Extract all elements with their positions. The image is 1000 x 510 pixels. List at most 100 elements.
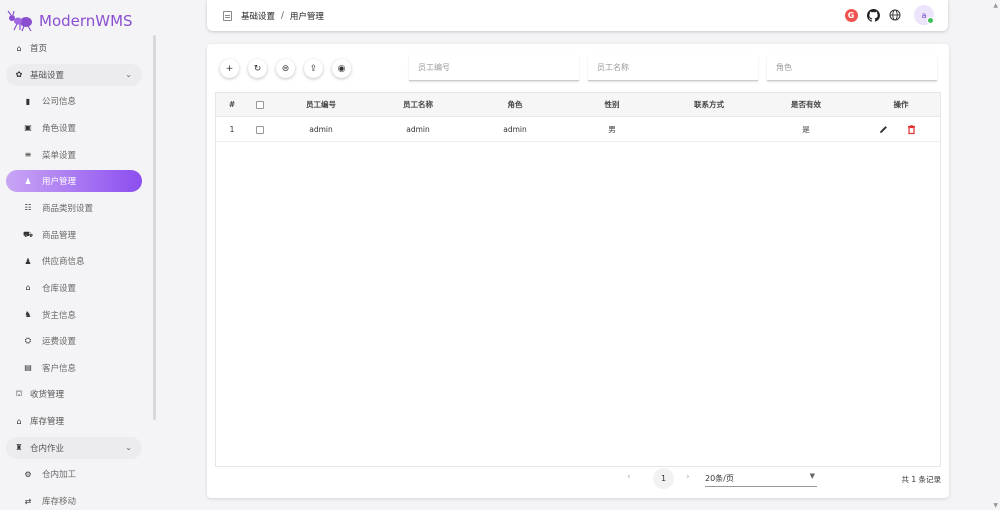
globe-icon[interactable] [888, 8, 902, 22]
sidebar-item-label: 客户信息 [42, 363, 77, 374]
col-contact[interactable]: 联系方式 [669, 93, 749, 117]
cell-is-valid: 是 [802, 125, 810, 134]
sidebar-item-label: 首页 [30, 44, 48, 54]
sidebar-item-label: 仓库设置 [42, 283, 77, 294]
breadcrumb-separator: / [281, 10, 284, 21]
sidebar-item-stock[interactable]: ⌂ 库存管理 [6, 410, 142, 432]
next-page-icon[interactable]: › [686, 472, 690, 482]
list-icon: ☷ [24, 203, 32, 213]
table-header: # 员工编号 员工名称 角色 性别 联系方式 是否有效 操作 [216, 93, 940, 117]
chevron-down-icon: ⌄ [125, 70, 132, 80]
import-button[interactable]: ⊜ [276, 59, 295, 78]
edit-icon[interactable] [878, 124, 889, 135]
app-logo[interactable]: ModernWMS [7, 9, 133, 33]
user-num-search [409, 55, 579, 81]
freight-icon: ⛭ [24, 336, 32, 346]
sidebar-item-supplier[interactable]: ♟ 供应商信息 [6, 250, 142, 272]
sidebar-item-label: 供应商信息 [42, 257, 85, 268]
sidebar-item-gear[interactable]: ✿ 基础设置 ⌄ [6, 63, 142, 86]
export-button[interactable]: ⇪ [304, 59, 323, 78]
sidebar-item-freight[interactable]: ⛭ 运费设置 [6, 330, 142, 352]
sidebar-item-receive[interactable]: ⛫ 收货管理 [6, 383, 142, 405]
owner-icon: ♞ [24, 310, 32, 319]
google-icon[interactable]: G [844, 8, 858, 22]
col-user-name[interactable]: 员工名称 [378, 93, 458, 117]
refresh-button[interactable]: ↻ [248, 59, 267, 78]
receive-icon: ⛫ [15, 389, 23, 399]
sidebar-item-list[interactable]: ☷ 商品类别设置 [6, 197, 142, 219]
page-size-select[interactable]: 20条/页 ▼ [705, 472, 817, 487]
process-icon: ⚙ [24, 469, 32, 479]
col-user-num[interactable]: 员工编号 [281, 93, 361, 117]
top-bar: 基础设置 / 用户管理 G a [207, 0, 948, 31]
col-actions: 操作 [893, 100, 909, 109]
user-name-search [588, 55, 758, 81]
sidebar-item-label: 角色设置 [42, 123, 77, 134]
col-is-valid[interactable]: 是否有效 [766, 93, 846, 117]
page-number-current[interactable]: 1 [653, 468, 674, 489]
sidebar-item-label: 用户管理 [42, 177, 77, 188]
user-icon: ♟ [24, 176, 32, 186]
select-all-checkbox[interactable] [256, 101, 264, 109]
row-checkbox[interactable] [256, 126, 264, 134]
page-scroll-up-icon[interactable]: ▲ [993, 2, 998, 9]
breadcrumb-item-current: 用户管理 [289, 11, 324, 22]
sidebar-item-label: 运费设置 [42, 337, 77, 348]
sidebar-item-label: 仓内作业 [30, 443, 65, 454]
sidebar-item-menu[interactable]: ≡ 菜单设置 [6, 144, 142, 166]
cell-user-name: admin [406, 125, 430, 134]
page-scroll-down-icon[interactable]: ▼ [993, 502, 998, 509]
sidebar-item-label: 菜单设置 [42, 150, 77, 161]
sidebar-item-label: 库存管理 [30, 417, 65, 428]
sidebar-item-label: 基础设置 [30, 70, 65, 81]
add-button[interactable]: + [220, 59, 239, 78]
sidebar-item-process[interactable]: ⚙ 仓内加工 [6, 463, 142, 485]
menu-icon: ≡ [24, 150, 32, 160]
col-sex[interactable]: 性别 [572, 93, 652, 117]
breadcrumb-item-parent[interactable]: 基础设置 [241, 10, 275, 22]
user-table: # 员工编号 员工名称 角色 性别 联系方式 是否有效 操作 1 admin a… [215, 92, 941, 467]
sidebar-item-label: 商品管理 [42, 230, 77, 241]
view-button[interactable]: ◉ [332, 59, 351, 78]
table-row[interactable]: 1 admin admin admin 男 是 [216, 118, 940, 142]
sidebar-item-cart[interactable]: ⛟ 商品管理 [6, 224, 142, 246]
role-icon: ▣ [24, 123, 32, 133]
sidebar-item-label: 货主信息 [42, 310, 77, 321]
chevron-down-icon: ▼ [809, 472, 815, 480]
sidebar-item-customer[interactable]: ▤ 客户信息 [6, 357, 142, 379]
user-name-input[interactable] [588, 55, 758, 80]
sidebar-item-label: 仓内加工 [42, 470, 77, 481]
cart-icon: ⛟ [22, 229, 34, 239]
total-count: 共 1 条记录 [901, 475, 941, 484]
row-index: 1 [229, 125, 235, 134]
sidebar-item-building[interactable]: ▮ 公司信息 [6, 90, 142, 112]
page-size-value: 20条/页 [705, 474, 734, 483]
user-num-input[interactable] [409, 55, 579, 80]
user-avatar[interactable]: a [914, 5, 934, 25]
sidebar-item-label: 库存移动 [42, 497, 77, 508]
sidebar-item-operation[interactable]: ♜ 仓内作业 ⌄ [6, 436, 142, 459]
user-role-input[interactable] [767, 55, 937, 80]
sidebar-item-warehouse[interactable]: ⌂ 仓库设置 [6, 277, 142, 299]
sidebar-item-role[interactable]: ▣ 角色设置 [6, 117, 142, 139]
stock-icon: ⌂ [16, 416, 22, 426]
user-role-search [767, 55, 937, 81]
sidebar-item-user[interactable]: ♟ 用户管理 [6, 170, 142, 193]
supplier-icon: ♟ [24, 256, 32, 266]
sidebar-scrollbar[interactable] [153, 35, 156, 420]
sidebar-item-move[interactable]: ⇄ 库存移动 [6, 490, 142, 510]
cell-user-num: admin [309, 125, 333, 134]
col-index: # [228, 100, 236, 109]
app-name: ModernWMS [39, 12, 133, 30]
delete-icon[interactable] [906, 124, 917, 135]
col-user-role[interactable]: 角色 [475, 93, 555, 117]
sidebar-item-label: 商品类别设置 [42, 203, 94, 214]
sidebar-item-home[interactable]: ⌂ 首页 [6, 37, 142, 59]
sidebar-item-owner[interactable]: ♞ 货主信息 [6, 304, 142, 326]
cell-sex: 男 [608, 125, 616, 134]
home-icon: ⌂ [16, 43, 22, 53]
sidebar-item-label: 公司信息 [42, 97, 77, 108]
github-icon[interactable] [866, 8, 880, 22]
breadcrumb-icon [223, 10, 232, 21]
prev-page-icon[interactable]: ‹ [627, 472, 631, 482]
